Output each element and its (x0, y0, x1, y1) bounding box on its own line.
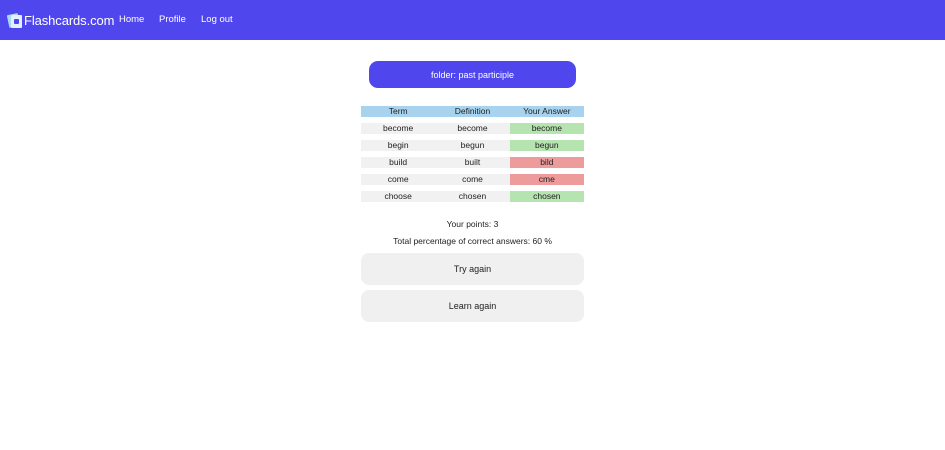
definition-cell: become (435, 123, 510, 134)
top-navbar: Flashcards.com Home Profile Log out (0, 0, 945, 40)
column-header-definition: Definition (454, 106, 491, 116)
nav-link-home[interactable]: Home (119, 14, 144, 25)
definition-cell: chosen (435, 191, 510, 202)
column-header-answer: Your Answer (523, 106, 571, 116)
table-row: build built bild (361, 157, 584, 168)
learn-again-button[interactable]: Learn again (361, 290, 584, 322)
table-header-row: Term Definition Your Answer (361, 106, 584, 117)
table-row: become become become (361, 123, 584, 134)
term-cell: build (361, 157, 436, 168)
folder-button[interactable]: folder: past participle (369, 61, 576, 88)
answer-cell-correct: become (509, 123, 584, 134)
nav-link-profile[interactable]: Profile (159, 14, 186, 25)
table-row: come come cme (361, 174, 584, 185)
term-cell: become (361, 123, 436, 134)
term-cell: begin (361, 140, 436, 151)
definition-cell: built (435, 157, 510, 168)
term-cell: come (361, 174, 436, 185)
brand-name: Flashcards.com (24, 12, 115, 28)
answer-cell-wrong: bild (509, 157, 584, 168)
results-table: Term Definition Your Answer become becom… (361, 106, 584, 208)
table-row: begin begun begun (361, 140, 584, 151)
column-header-term: Term (388, 106, 408, 116)
term-cell: choose (361, 191, 436, 202)
table-row: choose chosen chosen (361, 191, 584, 202)
nav-link-logout[interactable]: Log out (201, 14, 233, 25)
answer-cell-correct: begun (509, 140, 584, 151)
points-text: Your points: 3 (446, 219, 499, 229)
answer-cell-correct: chosen (509, 191, 584, 202)
definition-cell: come (435, 174, 510, 185)
answer-cell-wrong: cme (509, 174, 584, 185)
percentage-text: Total percentage of correct answers: 60 … (393, 236, 552, 246)
try-again-button[interactable]: Try again (361, 253, 584, 285)
definition-cell: begun (435, 140, 510, 151)
brand-logo[interactable]: Flashcards.com (6, 0, 115, 40)
flashcards-logo-icon (6, 12, 23, 28)
